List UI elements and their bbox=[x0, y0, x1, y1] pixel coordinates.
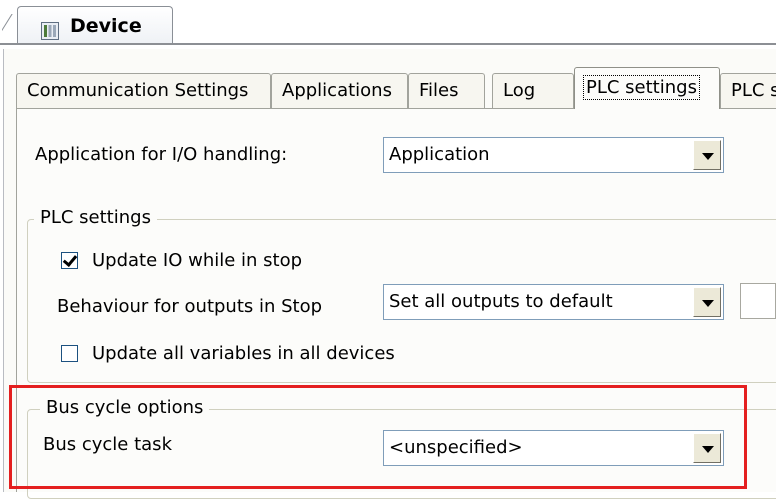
update-io-checkbox[interactable] bbox=[61, 252, 78, 269]
tab-files[interactable]: Files bbox=[408, 73, 485, 108]
tab-baseline bbox=[16, 108, 574, 109]
device-icon bbox=[41, 22, 59, 40]
outputs-stop-dropdown[interactable]: Set all outputs to default bbox=[383, 284, 724, 320]
tab-plc-settings[interactable]: PLC settings bbox=[574, 67, 720, 109]
outputs-stop-label: Behaviour for outputs in Stop bbox=[57, 296, 323, 317]
tab-baseline bbox=[720, 108, 776, 109]
chevron-down-icon[interactable] bbox=[693, 140, 721, 170]
update-all-variables-label: Update all variables in all devices bbox=[92, 343, 395, 364]
update-io-label: Update IO while in stop bbox=[92, 250, 303, 271]
io-handling-value: Application bbox=[389, 144, 490, 165]
device-tab-title: Device bbox=[70, 15, 142, 37]
io-handling-label: Application for I/O handling: bbox=[35, 144, 288, 165]
update-all-variables-checkbox[interactable] bbox=[61, 345, 78, 362]
tab-communication-settings[interactable]: Communication Settings bbox=[16, 73, 271, 108]
tab-log[interactable]: Log bbox=[492, 73, 574, 108]
outputs-stop-value: Set all outputs to default bbox=[389, 291, 613, 312]
chevron-down-icon[interactable] bbox=[693, 287, 721, 317]
plc-settings-group-title: PLC settings bbox=[34, 207, 157, 228]
tab-applications[interactable]: Applications bbox=[271, 73, 408, 108]
outputs-extra-field[interactable] bbox=[740, 283, 776, 319]
highlight-box bbox=[9, 385, 747, 489]
io-handling-dropdown[interactable]: Application bbox=[383, 137, 724, 173]
tab-plc-more[interactable]: PLC s bbox=[720, 73, 776, 108]
